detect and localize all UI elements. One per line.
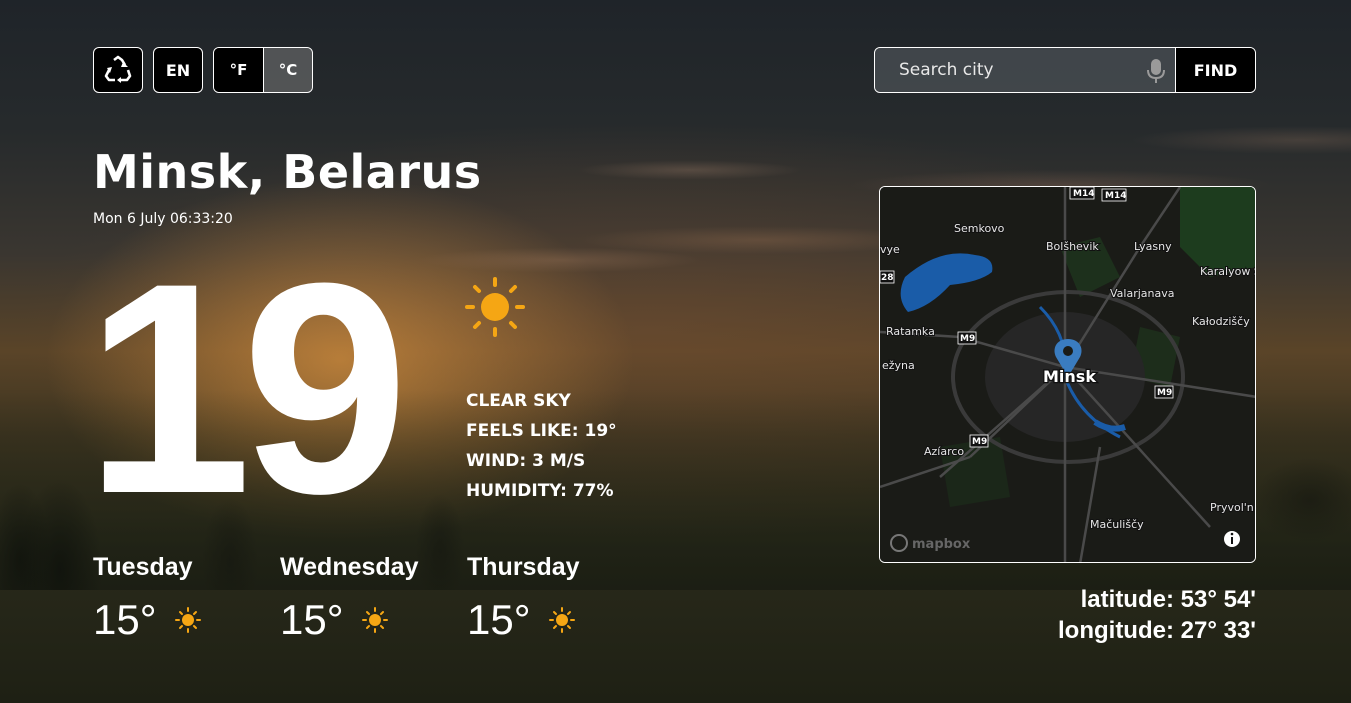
top-controls: EN °F °C (93, 47, 313, 93)
weather-details: CLEAR SKY FEELS LIKE: 19° WIND: 3 M/S HU… (466, 386, 617, 506)
recycle-icon (104, 55, 132, 83)
sun-icon (548, 607, 575, 633)
forecast-day: Thursday 15° (467, 553, 580, 644)
forecast-temp: 15° (467, 596, 531, 643)
longitude-text: longitude: 27° 33' (1058, 617, 1256, 644)
map-road-shield: M14 (1105, 191, 1126, 201)
map-road-shield: 28 (881, 273, 894, 283)
language-button[interactable]: EN (153, 47, 203, 93)
sun-icon (465, 277, 525, 337)
location-map[interactable]: M14 M14 M9 M9 M9 28 Semkovo Bolšhevik Ly… (879, 186, 1256, 563)
forecast-day-name: Wednesday (280, 553, 419, 581)
find-button[interactable]: FIND (1175, 48, 1255, 92)
map-label: Kałodziščy (1192, 315, 1250, 328)
map-label: Bolšhevik (1046, 240, 1099, 253)
map-label: ežyna (882, 359, 915, 372)
wind-text: WIND: 3 M/S (466, 451, 586, 471)
fahrenheit-button[interactable]: °F (214, 48, 263, 92)
sun-icon (174, 607, 201, 633)
map-road-shield: M9 (960, 334, 975, 344)
map-label: Semkovo (954, 222, 1005, 235)
map-road-shield: M9 (1157, 388, 1172, 398)
map-label: Valarjanava (1110, 287, 1175, 300)
search-field-wrapper (875, 48, 1175, 92)
map-label: Lyasny (1134, 240, 1172, 253)
map-label: vye (880, 243, 900, 256)
microphone-icon[interactable] (1145, 57, 1167, 85)
info-icon[interactable] (1224, 531, 1240, 547)
map-road-shield: M9 (972, 437, 987, 447)
map-attribution: mapbox (912, 537, 971, 552)
map-label: Ratamka (886, 325, 935, 338)
search-input[interactable] (875, 48, 1175, 92)
forecast-day: Tuesday 15° (93, 553, 201, 644)
forecast-temp: 15° (93, 596, 157, 643)
humidity-text: HUMIDITY: 77% (466, 481, 614, 501)
map-label: Azíarco (924, 445, 964, 458)
feels-like-text: FEELS LIKE: 19° (466, 421, 617, 441)
map-label: Karalyow S (1200, 265, 1256, 278)
refresh-background-button[interactable] (93, 47, 143, 93)
forecast-day-name: Thursday (467, 553, 580, 581)
current-temperature: 19 (85, 220, 409, 556)
condition-text: CLEAR SKY (466, 391, 571, 411)
map-label: Mačuliščy (1090, 518, 1144, 531)
forecast-day: Wednesday 15° (280, 553, 418, 644)
celsius-button[interactable]: °C (263, 48, 312, 92)
map-road-shield: M14 (1073, 189, 1094, 199)
forecast-temp: 15° (280, 596, 344, 643)
map-label: Pryvol'n (1210, 501, 1254, 514)
city-name: Minsk, Belarus (93, 145, 482, 199)
latitude-text: latitude: 53° 54' (1080, 586, 1256, 613)
map-center-label: Minsk (1043, 367, 1096, 386)
sun-icon (361, 607, 388, 633)
unit-toggle: °F °C (213, 47, 313, 93)
search-bar: FIND (874, 47, 1256, 93)
coordinates: latitude: 53° 54' longitude: 27° 33' (1058, 584, 1256, 646)
forecast-day-name: Tuesday (93, 553, 193, 581)
